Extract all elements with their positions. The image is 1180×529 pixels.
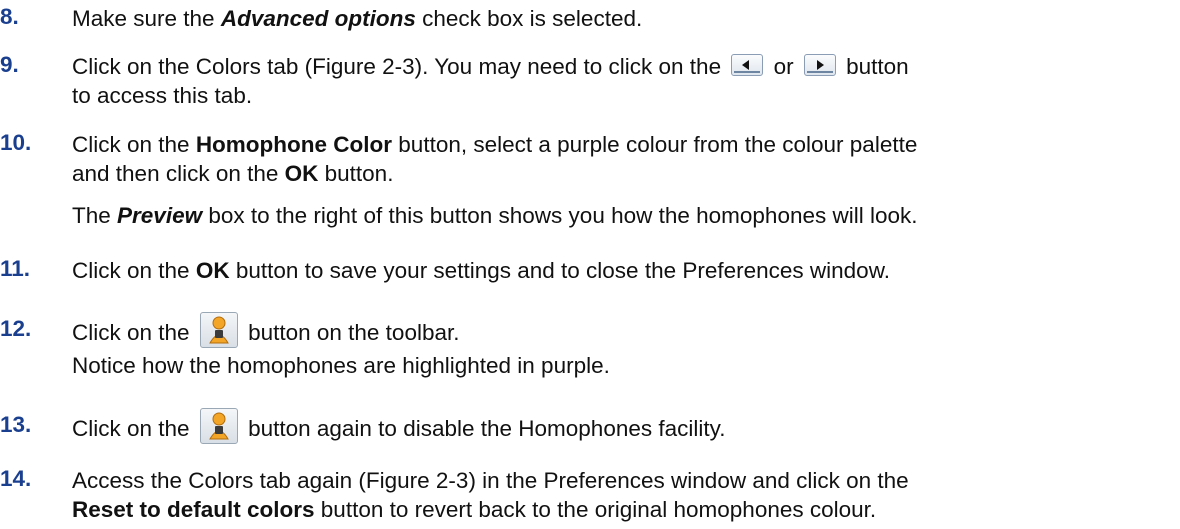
preview-label: Preview: [117, 203, 203, 228]
step-number: 14.: [0, 466, 32, 491]
step-number: 9.: [0, 52, 19, 77]
homophones-icon: [199, 408, 238, 444]
step-text: Click on the OK button to save your sett…: [72, 258, 890, 283]
step-number: 11.: [0, 256, 31, 281]
step-text: Click on the Homophone Color button, sel…: [72, 132, 918, 186]
reset-default-colors-label: Reset to default colors: [72, 497, 315, 522]
homophone-color-label: Homophone Color: [195, 132, 393, 157]
step-text: Access the Colors tab again (Figure 2-3)…: [72, 468, 909, 522]
ok-label: OK: [284, 161, 319, 186]
step-text: Click on the button again to disable the…: [72, 408, 725, 444]
step-number: 10.: [0, 130, 32, 155]
left-arrow-icon: [731, 54, 764, 77]
ok-label: OK: [195, 258, 230, 283]
instruction-document: 8. Make sure the Advanced options check …: [0, 0, 1180, 529]
step-text: Make sure the Advanced options check box…: [72, 6, 643, 31]
step-number: 12.: [0, 316, 32, 341]
homophones-icon: [199, 312, 238, 348]
right-arrow-icon: [803, 54, 836, 77]
step-note: The Preview box to the right of this but…: [72, 203, 918, 228]
step-text: Click on the button on the toolbar. Noti…: [72, 312, 610, 380]
step-text: Click on the Colors tab (Figure 2-3). Yo…: [72, 54, 909, 108]
advanced-options-label: Advanced options: [220, 6, 416, 31]
step-number: 13.: [0, 412, 32, 437]
step-number: 8.: [0, 4, 19, 29]
